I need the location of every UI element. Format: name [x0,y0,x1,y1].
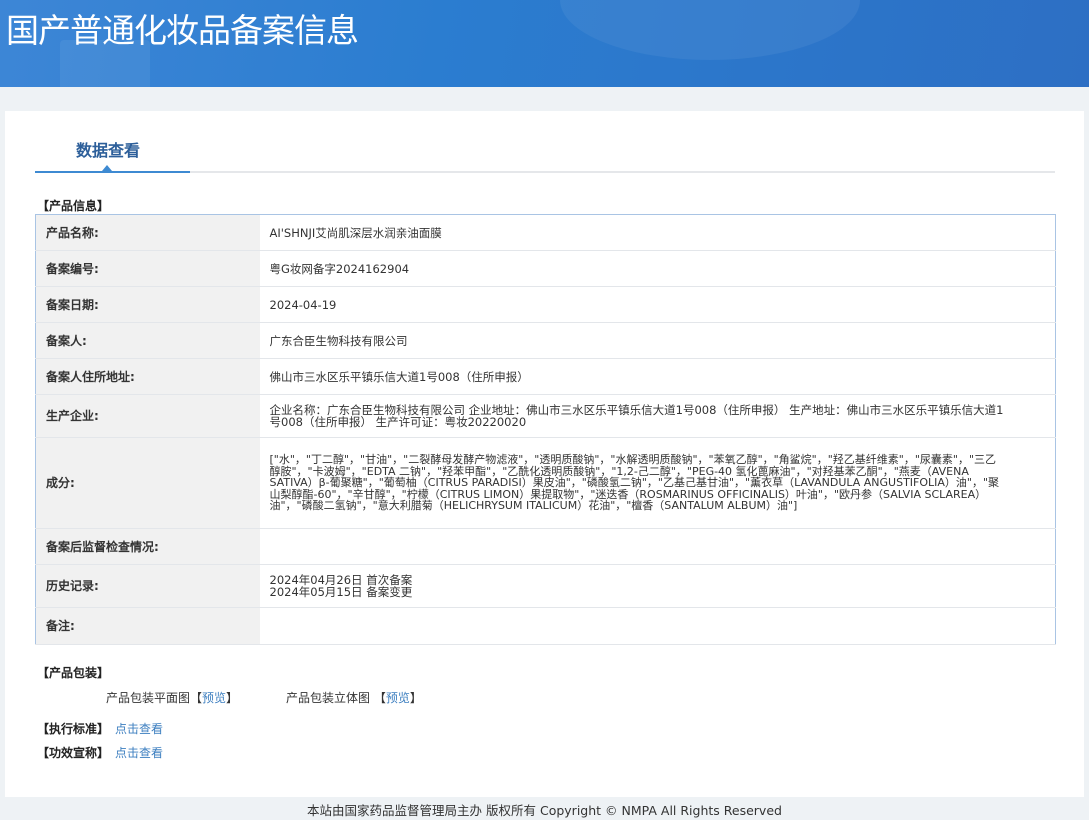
history-value: 2024年04月26日 首次备案 2024年05月15日 备案变更 [259,564,1056,608]
page-header: 国产普通化妆品备案信息 [0,0,1089,87]
history-entry: 2024年05月15日 备案变更 [269,585,413,599]
packaging-solid: 产品包装立体图 【预览】 [286,691,422,705]
row-value: 广东合臣生物科技有限公司 [259,322,1056,359]
tab-active-indicator [35,171,190,173]
standard-view-link[interactable]: 点击查看 [115,720,163,737]
table-row: 备案人: 广东合臣生物科技有限公司 [35,322,1056,359]
product-info-table: 产品名称: AI'SHNJI艾尚肌深层水润亲油面膜 备案编号: 粤G妆网备字2024… [35,214,1056,645]
row-label: 生产企业: [35,394,260,438]
table-row: 备案日期: 2024-04-19 [35,286,1056,323]
row-label: 备案日期: [35,286,260,323]
row-label: 成分: [35,437,260,529]
ingredients-value: ["水"，"丁二醇"，"甘油"，"二裂酵母发酵产物滤液"，"透明质酸钠"，"水解… [259,437,1056,529]
packaging-heading: 【产品包装】 [37,666,110,680]
row-value [259,607,1056,645]
tab-pointer-icon [102,165,112,171]
packaging-flat-preview-link[interactable]: 预览 [202,691,226,705]
row-label: 备注: [35,607,260,645]
row-label: 历史记录: [35,564,260,608]
table-row: 历史记录: 2024年04月26日 首次备案 2024年05月15日 备案变更 [35,564,1056,608]
row-label: 备案后监督检查情况: [35,528,260,565]
row-label: 备案人: [35,322,260,359]
standard-heading: 【执行标准】 [37,722,110,736]
row-value: 粤G妆网备字2024162904 [259,250,1056,287]
table-row: 备案人住所地址: 佛山市三水区乐平镇乐信大道1号008（住所申报） [35,358,1056,395]
packaging-solid-preview-link[interactable]: 预览 [386,691,410,705]
table-row: 生产企业: 企业名称：广东合臣生物科技有限公司 企业地址：佛山市三水区乐平镇乐信大… [35,394,1056,438]
table-row: 产品名称: AI'SHNJI艾尚肌深层水润亲油面膜 [35,214,1056,251]
efficacy-view-link[interactable]: 点击查看 [115,744,163,761]
row-label: 产品名称: [35,214,260,251]
packaging-flat-label: 产品包装平面图 [106,691,191,705]
content-card: 数据查看 【产品信息】 产品名称: AI'SHNJI艾尚肌深层水润亲油面膜 备案编… [5,111,1084,797]
packaging-solid-label: 产品包装立体图 [286,691,371,705]
header-decoration [560,0,860,60]
table-row: 备注: [35,607,1056,645]
row-value: 2024-04-19 [259,286,1056,323]
row-value: AI'SHNJI艾尚肌深层水润亲油面膜 [259,214,1056,251]
footer-copyright: 本站由国家药品监督管理局主办 版权所有 Copyright © NMPA All… [307,803,782,818]
packaging-flat: 产品包装平面图【预览】 [106,691,239,705]
table-row: 备案编号: 粤G妆网备字2024162904 [35,250,1056,287]
efficacy-heading: 【功效宣称】 [37,746,110,760]
page-title: 国产普通化妆品备案信息 [6,11,359,50]
table-row: 备案后监督检查情况: [35,528,1056,565]
row-value: 佛山市三水区乐平镇乐信大道1号008（住所申报） [259,358,1056,395]
table-row: 成分: ["水"，"丁二醇"，"甘油"，"二裂酵母发酵产物滤液"，"透明质酸钠"，… [35,437,1056,529]
row-value: 企业名称：广东合臣生物科技有限公司 企业地址：佛山市三水区乐平镇乐信大道1号00… [259,394,1056,438]
row-label: 备案编号: [35,250,260,287]
product-info-heading: 【产品信息】 [37,199,110,213]
row-value [259,528,1056,565]
tab-data-view[interactable]: 数据查看 [76,137,140,161]
row-label: 备案人住所地址: [35,358,260,395]
